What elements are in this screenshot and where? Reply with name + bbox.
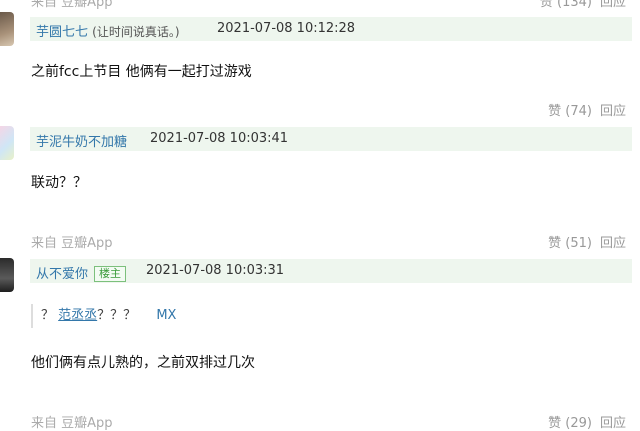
quote-source-link[interactable]: MX: [156, 308, 176, 323]
quote-prefix: ？: [41, 308, 55, 323]
avatar[interactable]: [0, 12, 14, 46]
author-signature: (让时间说真话。): [92, 25, 180, 39]
author-name[interactable]: 芋泥牛奶不加糖: [36, 131, 127, 150]
vote-button[interactable]: 赞 (29): [548, 416, 592, 431]
reply-button[interactable]: 回应: [600, 236, 626, 251]
comment-header: 芋泥牛奶不加糖 2021-07-08 10:03:41: [30, 127, 632, 151]
op-badge: 楼主: [94, 266, 127, 282]
comment-time: 2021-07-08 10:03:41: [150, 131, 289, 146]
vote-button[interactable]: 赞 (51): [548, 236, 592, 251]
comment-actions: 赞 (74) 回应: [548, 100, 626, 119]
quoted-reply: ？ 范丞丞？？？ MX: [31, 304, 176, 328]
top-vote-button[interactable]: 赞 (134): [540, 0, 592, 10]
vote-button[interactable]: 赞 (74): [548, 104, 592, 119]
quote-author-link[interactable]: 范丞丞: [58, 308, 97, 323]
author-name[interactable]: 从不爱你 楼主: [36, 263, 127, 282]
avatar[interactable]: [0, 126, 14, 160]
comment-text: 他们俩有点儿熟的，之前双排过几次: [31, 355, 255, 371]
top-reply-button[interactable]: 回应: [600, 0, 626, 10]
quote-text: ？？？: [97, 308, 137, 323]
comment-header: 芋圆七七 (让时间说真话。) 2021-07-08 10:12:28: [30, 17, 632, 41]
comment-time: 2021-07-08 10:03:31: [146, 263, 285, 278]
author-name[interactable]: 芋圆七七 (让时间说真话。): [36, 21, 180, 40]
comment-text: 联动？？: [31, 175, 87, 191]
comment-actions: 赞 (51) 回应: [548, 232, 626, 251]
source-label: 来自 豆瓣App: [31, 416, 113, 431]
source-label: 来自 豆瓣App: [31, 236, 113, 251]
reply-button[interactable]: 回应: [600, 416, 626, 431]
comment-text: 之前fcc上节目 他俩有一起打过游戏: [31, 64, 252, 80]
reply-button[interactable]: 回应: [600, 104, 626, 119]
comment-time: 2021-07-08 10:12:28: [217, 21, 356, 36]
top-source-label: 来自 豆瓣App: [31, 0, 113, 10]
comment-actions: 赞 (29) 回应: [548, 412, 626, 431]
comment-header: 从不爱你 楼主 2021-07-08 10:03:31: [30, 259, 632, 283]
top-footer-actions: 赞 (134) 回应: [540, 0, 626, 10]
avatar[interactable]: [0, 258, 14, 292]
